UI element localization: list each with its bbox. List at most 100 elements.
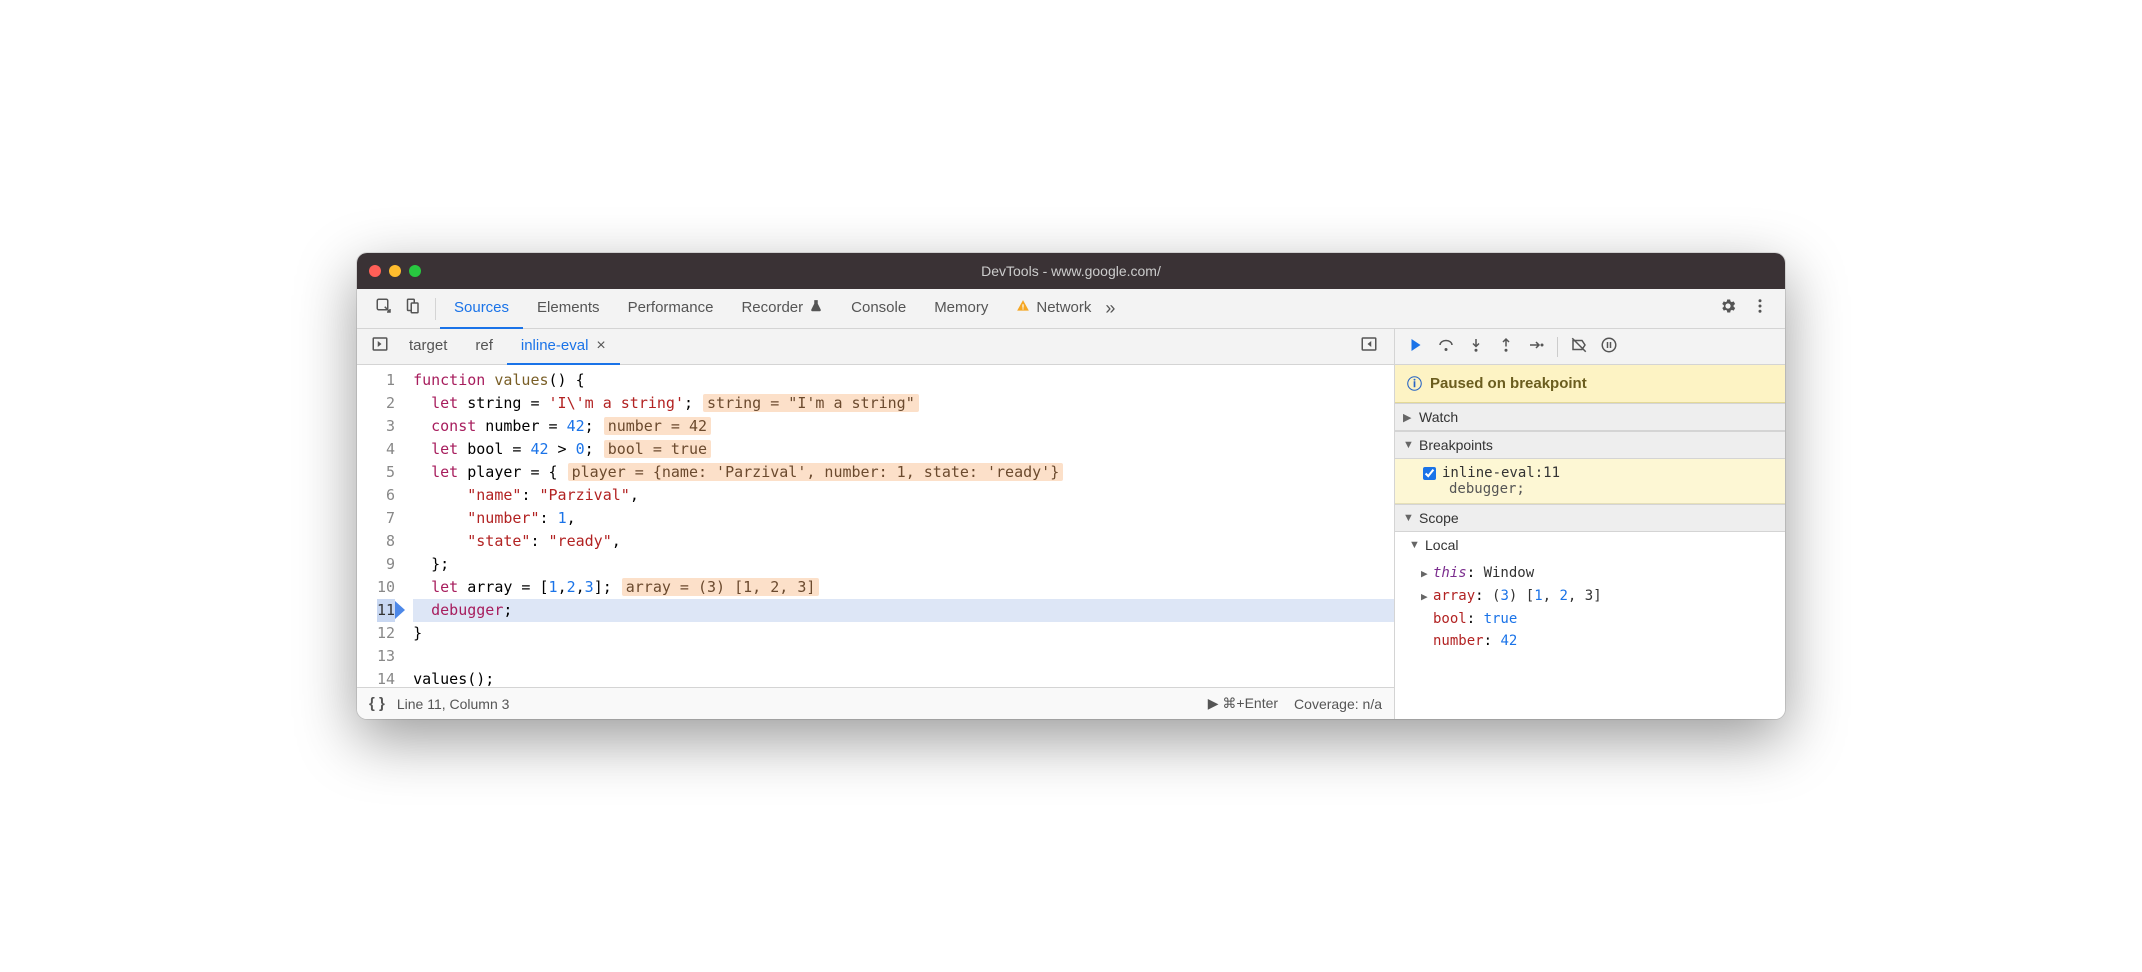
inspect-icon[interactable] xyxy=(375,297,393,320)
line-number[interactable]: 3 xyxy=(377,415,395,438)
line-number[interactable]: 1 xyxy=(377,369,395,392)
code-line[interactable]: let string = 'I\'m a string';string = "I… xyxy=(413,392,1394,415)
scope-variables: ▶this: Window▶array: (3) [1, 2, 3]bool: … xyxy=(1395,558,1785,656)
breakpoints-section-header[interactable]: ▼ Breakpoints xyxy=(1395,431,1785,459)
watch-section-header[interactable]: ▶ Watch xyxy=(1395,403,1785,431)
file-tab-label: ref xyxy=(475,337,493,354)
info-icon: ⓘ xyxy=(1407,373,1422,394)
scope-this[interactable]: ▶this: Window xyxy=(1405,562,1775,585)
code-line[interactable]: let array = [1,2,3];array = (3) [1, 2, 3… xyxy=(413,576,1394,599)
step-icon[interactable] xyxy=(1527,336,1545,357)
close-icon[interactable]: × xyxy=(596,337,605,355)
file-tab-target[interactable]: target xyxy=(395,329,461,365)
breakpoint-item[interactable]: inline-eval:11debugger; xyxy=(1395,459,1785,504)
cursor-position: Line 11, Column 3 xyxy=(397,696,510,712)
line-number[interactable]: 5 xyxy=(377,461,395,484)
code-line[interactable]: } xyxy=(413,622,1394,645)
tab-performance[interactable]: Performance xyxy=(614,289,728,329)
step-into-icon[interactable] xyxy=(1467,336,1485,357)
warning-icon xyxy=(1016,299,1030,317)
tab-recorder[interactable]: Recorder xyxy=(727,289,837,329)
line-number[interactable]: 7 xyxy=(377,507,395,530)
code-line[interactable]: values(); xyxy=(413,668,1394,687)
run-snippet-hint[interactable]: ▶ ⌘+Enter xyxy=(1208,695,1278,712)
step-out-icon[interactable] xyxy=(1497,336,1515,357)
line-number[interactable]: 13 xyxy=(377,645,395,668)
code-line[interactable]: let player = {player = {name: 'Parzival'… xyxy=(413,461,1394,484)
line-number[interactable]: 6 xyxy=(377,484,395,507)
line-number[interactable]: 10 xyxy=(377,576,395,599)
code-line[interactable]: let bool = 42 > 0;bool = true xyxy=(413,438,1394,461)
settings-icon[interactable] xyxy=(1719,297,1737,320)
pretty-print-button[interactable]: { } xyxy=(369,695,385,712)
more-file-options-icon[interactable] xyxy=(1352,335,1386,358)
file-tabs-bar: target ref inline-eval × xyxy=(357,329,1394,365)
line-number[interactable]: 12 xyxy=(377,622,395,645)
editor-statusbar: { } Line 11, Column 3 ▶ ⌘+Enter Coverage… xyxy=(357,687,1394,719)
scope-var-array[interactable]: ▶array: (3) [1, 2, 3] xyxy=(1405,585,1775,608)
file-tab-inline-eval[interactable]: inline-eval × xyxy=(507,329,620,365)
traffic-lights xyxy=(369,265,421,277)
scope-var-number[interactable]: number: 42 xyxy=(1405,630,1775,652)
chevron-down-icon: ▼ xyxy=(1409,539,1421,551)
pause-exceptions-icon[interactable] xyxy=(1600,336,1618,357)
code-line[interactable]: }; xyxy=(413,553,1394,576)
paused-banner: ⓘ Paused on breakpoint xyxy=(1395,365,1785,403)
chevron-down-icon: ▼ xyxy=(1403,512,1415,524)
local-scope-header[interactable]: ▼ Local xyxy=(1395,532,1785,558)
code-line[interactable] xyxy=(413,645,1394,668)
resume-icon[interactable] xyxy=(1407,336,1425,357)
debugger-pane: ⓘ Paused on breakpoint ▶ Watch ▼ Breakpo… xyxy=(1395,329,1785,719)
kebab-menu-icon[interactable] xyxy=(1751,297,1769,320)
breakpoint-arrow-icon xyxy=(395,601,405,619)
deactivate-breakpoints-icon[interactable] xyxy=(1570,336,1588,357)
tab-console[interactable]: Console xyxy=(837,289,920,329)
minimize-window-button[interactable] xyxy=(389,265,401,277)
devtools-window: DevTools - www.google.com/ SourcesElemen… xyxy=(357,253,1785,719)
code-line[interactable]: "name": "Parzival", xyxy=(413,484,1394,507)
code-line[interactable]: "number": 1, xyxy=(413,507,1394,530)
line-gutter[interactable]: 1234567891011121314 xyxy=(357,365,405,687)
experiment-icon xyxy=(809,299,823,317)
inline-value-hint: array = (3) [1, 2, 3] xyxy=(622,578,820,596)
tab-network[interactable]: Network xyxy=(1002,289,1105,329)
file-tab-label: target xyxy=(409,337,447,354)
code-line[interactable]: "state": "ready", xyxy=(413,530,1394,553)
editor-pane: targetrefinline-eval× 123456789101112131… xyxy=(357,329,1395,719)
scope-var-bool[interactable]: bool: true xyxy=(1405,608,1775,630)
line-number[interactable]: 11 xyxy=(377,599,395,622)
code-line[interactable]: function values() { xyxy=(413,369,1394,392)
inline-value-hint: string = "I'm a string" xyxy=(703,394,919,412)
breakpoint-checkbox[interactable] xyxy=(1423,467,1436,480)
divider xyxy=(435,298,436,320)
inline-value-hint: bool = true xyxy=(604,440,711,458)
line-number[interactable]: 2 xyxy=(377,392,395,415)
device-toolbar-icon[interactable] xyxy=(403,297,421,320)
breakpoint-snippet: debugger; xyxy=(1423,481,1775,497)
line-number[interactable]: 9 xyxy=(377,553,395,576)
maximize-window-button[interactable] xyxy=(409,265,421,277)
line-number[interactable]: 4 xyxy=(377,438,395,461)
line-number[interactable]: 8 xyxy=(377,530,395,553)
tab-elements[interactable]: Elements xyxy=(523,289,614,329)
tab-memory[interactable]: Memory xyxy=(920,289,1002,329)
line-number[interactable]: 14 xyxy=(377,668,395,687)
close-window-button[interactable] xyxy=(369,265,381,277)
more-tabs-button[interactable]: » xyxy=(1105,298,1115,319)
titlebar: DevTools - www.google.com/ xyxy=(357,253,1785,289)
scope-section-header[interactable]: ▼ Scope xyxy=(1395,504,1785,532)
toolbar-divider xyxy=(1557,337,1558,357)
code-content[interactable]: function values() { let string = 'I\'m a… xyxy=(405,365,1394,687)
tab-sources[interactable]: Sources xyxy=(440,289,523,329)
navigator-toggle-icon[interactable] xyxy=(365,335,395,358)
file-tab-label: inline-eval xyxy=(521,337,589,354)
paused-label: Paused on breakpoint xyxy=(1430,375,1587,392)
debugger-toolbar xyxy=(1395,329,1785,365)
window-title: DevTools - www.google.com/ xyxy=(981,263,1161,279)
code-editor[interactable]: 1234567891011121314 function values() { … xyxy=(357,365,1394,687)
file-tab-ref[interactable]: ref xyxy=(461,329,507,365)
step-over-icon[interactable] xyxy=(1437,336,1455,357)
code-line[interactable]: debugger; xyxy=(413,599,1394,622)
workspace: targetrefinline-eval× 123456789101112131… xyxy=(357,329,1785,719)
code-line[interactable]: const number = 42;number = 42 xyxy=(413,415,1394,438)
